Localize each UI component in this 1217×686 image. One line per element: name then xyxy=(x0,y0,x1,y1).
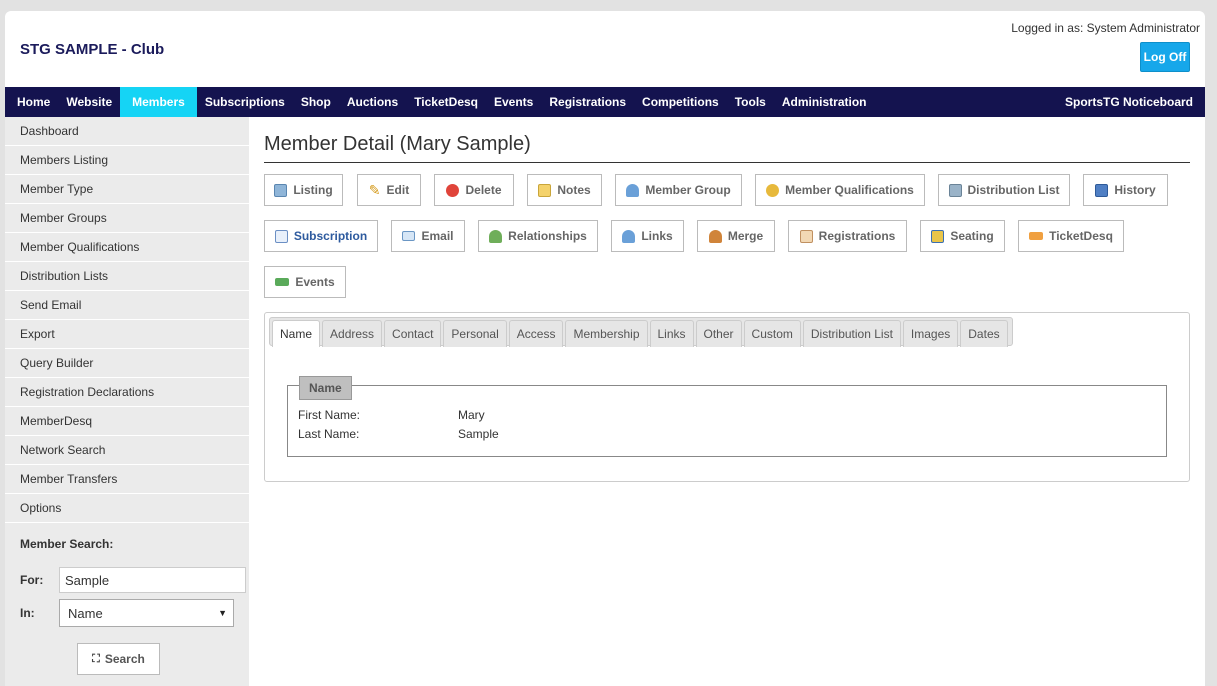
nav-auctions[interactable]: Auctions xyxy=(339,87,406,117)
envelope-icon xyxy=(402,231,416,241)
member-detail-tabs: Name Address Contact Personal Access Mem… xyxy=(264,312,1190,482)
listing-icon xyxy=(274,183,288,197)
page-title: Member Detail (Mary Sample) xyxy=(264,133,1190,163)
sidebar-item-options[interactable]: Options xyxy=(5,494,249,523)
nav-website[interactable]: Website xyxy=(58,87,120,117)
nav-events[interactable]: Events xyxy=(486,87,541,117)
sidebar-item-member-qualifications[interactable]: Member Qualifications xyxy=(5,233,249,262)
sidebar-item-member-groups[interactable]: Member Groups xyxy=(5,204,249,233)
tab-address[interactable]: Address xyxy=(322,320,383,347)
merge-icon xyxy=(708,229,722,243)
tab-bar: Name Address Contact Personal Access Mem… xyxy=(269,317,1013,347)
sidebar-item-members-listing[interactable]: Members Listing xyxy=(5,146,249,175)
tab-custom[interactable]: Custom xyxy=(743,320,801,347)
sidebar-item-query-builder[interactable]: Query Builder xyxy=(5,349,249,378)
sidebar: Dashboard Members Listing Member Type Me… xyxy=(5,117,249,686)
main-nav: Home Website Members Subscriptions Shop … xyxy=(5,87,1205,117)
registrations-button[interactable]: Registrations xyxy=(788,220,907,252)
tab-distribution-list[interactable]: Distribution List xyxy=(802,320,901,347)
nav-tools[interactable]: Tools xyxy=(727,87,774,117)
member-group-button[interactable]: Member Group xyxy=(615,174,742,206)
search-in-select[interactable]: Name ▼ xyxy=(59,599,234,627)
distribution-list-button[interactable]: Distribution List xyxy=(938,174,1070,206)
tab-links[interactable]: Links xyxy=(649,320,694,347)
nav-home[interactable]: Home xyxy=(5,87,58,117)
ticketdesq-button[interactable]: TicketDesq xyxy=(1018,220,1124,252)
nav-subscriptions[interactable]: Subscriptions xyxy=(197,87,293,117)
member-search-title: Member Search: xyxy=(20,537,114,551)
tab-contact[interactable]: Contact xyxy=(384,320,442,347)
nav-members[interactable]: Members xyxy=(120,87,197,117)
tab-name[interactable]: Name xyxy=(272,320,321,347)
relationships-icon xyxy=(489,229,503,243)
site-title: STG SAMPLE - Club xyxy=(20,41,165,58)
email-button[interactable]: Email xyxy=(391,220,465,252)
nav-competitions[interactable]: Competitions xyxy=(634,87,727,117)
sidebar-item-memberdesq[interactable]: MemberDesq xyxy=(5,407,249,436)
seating-button[interactable]: Seating xyxy=(920,220,1005,252)
seating-icon xyxy=(931,229,945,243)
sidebar-item-network-search[interactable]: Network Search xyxy=(5,436,249,465)
first-name-value: Mary xyxy=(458,408,485,422)
sidebar-item-member-type[interactable]: Member Type xyxy=(5,175,249,204)
chevron-down-icon: ▼ xyxy=(218,608,227,618)
history-icon xyxy=(1095,183,1109,197)
events-icon xyxy=(275,278,290,286)
medal-icon xyxy=(766,183,780,197)
login-status: Logged in as: System Administrator xyxy=(1011,21,1200,35)
notes-button[interactable]: Notes xyxy=(527,174,602,206)
fieldset-legend: Name xyxy=(299,376,352,400)
sidebar-item-member-transfers[interactable]: Member Transfers xyxy=(5,465,249,494)
member-qualifications-button[interactable]: Member Qualifications xyxy=(755,174,925,206)
nav-noticeboard[interactable]: SportsTG Noticeboard xyxy=(1057,87,1205,117)
links-icon xyxy=(622,229,636,243)
last-name-label: Last Name: xyxy=(298,427,360,441)
logoff-button[interactable]: Log Off xyxy=(1140,42,1190,72)
listing-button[interactable]: Listing xyxy=(264,174,343,206)
history-button[interactable]: History xyxy=(1083,174,1168,206)
registrations-icon xyxy=(799,229,813,243)
nav-ticketdesq[interactable]: TicketDesq xyxy=(406,87,486,117)
merge-button[interactable]: Merge xyxy=(697,220,775,252)
ticket-icon xyxy=(1029,232,1044,240)
search-in-label: In: xyxy=(20,606,35,620)
binoculars-icon: ⛶ xyxy=(92,652,100,665)
member-search: Member Search: For: In: Name ▼ ⛶ Search xyxy=(5,523,249,675)
edit-button[interactable]: ✎ Edit xyxy=(357,174,421,206)
tab-dates[interactable]: Dates xyxy=(960,320,1008,347)
pencil-icon: ✎ xyxy=(368,181,381,198)
sidebar-item-distribution-lists[interactable]: Distribution Lists xyxy=(5,262,249,291)
sidebar-item-registration-declarations[interactable]: Registration Declarations xyxy=(5,378,249,407)
events-button[interactable]: Events xyxy=(264,266,346,298)
tab-membership[interactable]: Membership xyxy=(565,320,648,347)
page-container: STG SAMPLE - Club Logged in as: System A… xyxy=(5,11,1205,686)
tab-images[interactable]: Images xyxy=(902,320,959,347)
search-in-value: Name xyxy=(68,605,103,621)
sidebar-item-export[interactable]: Export xyxy=(5,320,249,349)
delete-button[interactable]: Delete xyxy=(434,174,514,206)
notes-icon xyxy=(538,183,552,197)
delete-icon xyxy=(446,183,460,197)
nav-shop[interactable]: Shop xyxy=(293,87,339,117)
name-fieldset: Name First Name: Mary Last Name: Sample xyxy=(287,376,1167,457)
first-name-label: First Name: xyxy=(298,408,361,422)
search-for-input[interactable] xyxy=(59,567,246,593)
last-name-value: Sample xyxy=(458,427,499,441)
search-for-label: For: xyxy=(20,573,44,587)
links-button[interactable]: Links xyxy=(611,220,684,252)
nav-administration[interactable]: Administration xyxy=(774,87,875,117)
relationships-button[interactable]: Relationships xyxy=(478,220,598,252)
subscription-icon xyxy=(274,229,288,243)
tab-other[interactable]: Other xyxy=(695,320,742,347)
member-group-icon xyxy=(626,183,640,197)
distribution-list-icon xyxy=(948,183,962,197)
tab-personal[interactable]: Personal xyxy=(443,320,507,347)
subscription-button[interactable]: Subscription xyxy=(264,220,378,252)
nav-registrations[interactable]: Registrations xyxy=(541,87,634,117)
sidebar-item-send-email[interactable]: Send Email xyxy=(5,291,249,320)
main-content: Member Detail (Mary Sample) Listing ✎ Ed… xyxy=(264,117,1190,482)
search-button[interactable]: ⛶ Search xyxy=(77,643,160,675)
sidebar-item-dashboard[interactable]: Dashboard xyxy=(5,117,249,146)
tab-access[interactable]: Access xyxy=(508,320,564,347)
